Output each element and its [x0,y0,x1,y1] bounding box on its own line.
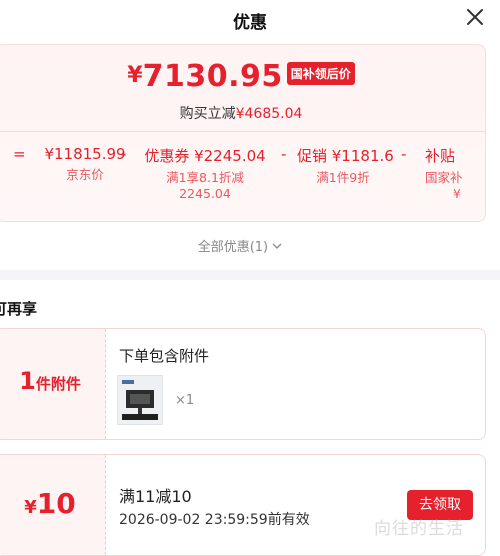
subsidy-value: 补贴 [425,147,456,165]
chevron-down-icon [272,243,282,249]
page-title: 优惠 [233,13,267,33]
promo-value: 促销 ¥1181.6 [297,147,394,165]
coupon-value: 优惠券 ¥2245.04 [144,147,266,165]
subsidy-desc: 国家补 [425,170,463,185]
price-card: ¥7130.95 国补领后价 购买立减¥4685.04 = ¥11815.99 京… [0,44,486,222]
cash-coupon-card[interactable]: ¥10 满11减10 2026-09-02 23:59:59前有效 去领取 [0,454,486,556]
promo-desc: 满1件9折 [316,170,370,185]
reduce-label: 购买立减 [179,106,236,122]
coupon-desc: 满1享8.1折减 [166,170,244,185]
tv-mount-thumbnail [117,375,163,425]
accessory-qty: ×1 [175,393,195,408]
accessory-count-unit: 件附件 [35,375,81,393]
section-separator [0,270,500,280]
accessory-count: 1件附件 [0,367,105,395]
coupon-desc-amount: 2245.04 [179,186,231,201]
reduce-line: 购买立减¥4685.04 [0,103,485,123]
coupon-condition: 满11减10 [119,487,192,506]
subsidy-col: 补贴 国家补 ¥ [425,145,485,202]
promo-col: 促销 ¥1181.6 满1件9折 [297,145,394,186]
minus-sign: - [281,145,287,163]
price-formula: = ¥11815.99 京东价 - 优惠券 ¥2245.04 满1享8.1折减 … [0,145,485,215]
coupon-expiry: 2026-09-02 23:59:59前有效 [119,512,310,528]
reduce-amount: ¥4685.04 [235,106,303,122]
accessory-count-number: 1 [19,367,36,395]
watermark: 向往的生活 [374,519,464,539]
coupon-col: 优惠券 ¥2245.04 满1享8.1折减 2245.04 [137,145,273,202]
coupon-amount: ¥10 [0,487,105,520]
close-icon[interactable] [464,6,486,28]
accessory-coupon-card[interactable]: 1件附件 下单包含附件 ×1 [0,328,486,440]
currency-symbol: ¥ [127,63,143,88]
coupon-amount-number: 10 [36,487,76,520]
equals-sign: = [13,145,26,163]
accessory-title: 下单包含附件 [119,347,210,365]
jd-price-col: ¥11815.99 京东价 [35,145,135,183]
minus-sign: - [401,145,407,163]
divider [0,131,485,132]
all-discounts-label: 全部优惠(1) [197,240,269,255]
jd-price-label: 京东价 [66,167,104,182]
header: 优惠 [0,0,500,40]
final-price: ¥7130.95 国补领后价 [0,59,485,94]
all-discounts-toggle[interactable]: 全部优惠(1) [0,236,480,255]
final-price-amount: 7130.95 [142,59,283,94]
section-title: 可再享 [0,300,38,318]
subsidy-currency: ¥ [453,186,461,201]
price-tag-badge: 国补领后价 [286,62,355,85]
jd-price-value: ¥11815.99 [44,145,126,163]
coupon-currency: ¥ [24,497,37,518]
minus-sign: - [121,145,127,163]
